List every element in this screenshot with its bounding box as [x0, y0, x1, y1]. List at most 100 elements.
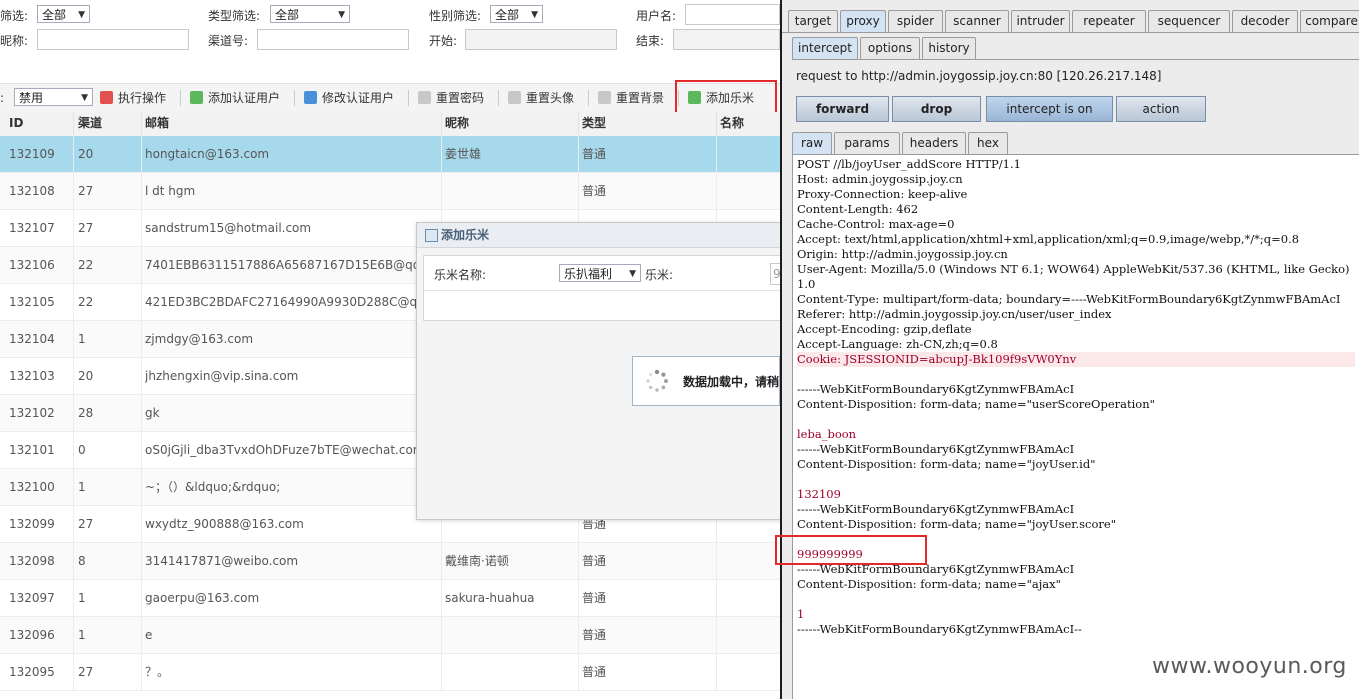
- tab-spider[interactable]: spider: [888, 10, 943, 32]
- table-cell: [445, 617, 574, 653]
- cell-divider: [441, 173, 442, 209]
- table-row[interactable]: 132098 8 3141417871@weibo.com 戴维南·诺顿 普通: [0, 543, 780, 580]
- cell-divider: [73, 469, 74, 505]
- intercept-toggle-button[interactable]: intercept is on: [986, 96, 1113, 122]
- table-cell: l dt hgm: [145, 184, 196, 198]
- tab-intruder[interactable]: intruder: [1011, 10, 1070, 32]
- tab-decoder[interactable]: decoder: [1232, 10, 1298, 32]
- burp-window: target proxy spider scanner intruder repeater…: [780, 0, 1359, 699]
- start-date-input[interactable]: [465, 29, 617, 50]
- filter-select[interactable]: 全部 ▼: [37, 5, 90, 23]
- viewtab-params[interactable]: params: [834, 132, 900, 154]
- window-icon: [425, 229, 438, 242]
- column-header[interactable]: ID: [9, 112, 23, 136]
- table-cell: zjmdgy@163.com: [145, 332, 254, 346]
- add-lemi-button[interactable]: 添加乐米: [688, 89, 754, 107]
- cell-divider: [141, 136, 142, 172]
- table-cell: [720, 543, 780, 579]
- column-header[interactable]: 渠道: [78, 112, 102, 136]
- column-header[interactable]: 昵称: [445, 112, 469, 136]
- column-header[interactable]: 名称: [720, 112, 744, 136]
- raw-line: 1: [797, 607, 805, 621]
- tab-target[interactable]: target: [788, 10, 838, 32]
- table-row[interactable]: 132097 1 gaoerpu@163.com sakura-huahua 普通: [0, 580, 780, 617]
- forward-button[interactable]: forward: [796, 96, 889, 122]
- cell-divider: [141, 210, 142, 246]
- subtab-history[interactable]: history: [922, 37, 976, 59]
- cell-divider: [141, 358, 142, 394]
- tab-underline: [792, 59, 1359, 60]
- table-cell: hongtaicn@163.com: [145, 147, 270, 161]
- toolbar-divider: [678, 90, 679, 106]
- action-button[interactable]: action: [1116, 96, 1206, 122]
- column-header[interactable]: 类型: [582, 112, 606, 136]
- raw-line: Content-Disposition: form-data; name="aj…: [797, 577, 1061, 591]
- table-cell: e: [145, 628, 153, 642]
- subtab-intercept[interactable]: intercept: [792, 37, 858, 59]
- table-cell: sakura-huahua: [445, 591, 535, 605]
- table-cell: 28: [78, 406, 94, 420]
- cell-divider: [716, 617, 717, 653]
- cell-divider: [73, 358, 74, 394]
- raw-request-text[interactable]: POST //lb/joyUser_addScore HTTP/1.1 Host:…: [793, 155, 1359, 639]
- table-row[interactable]: 132109 20 hongtaicn@163.com 姜世雄 普通: [0, 136, 780, 173]
- gender-filter-select[interactable]: 全部 ▼: [490, 5, 543, 23]
- reset-password-button[interactable]: 重置密码: [418, 89, 484, 107]
- table-cell: 普通: [582, 665, 607, 679]
- add-verified-user-button[interactable]: 添加认证用户: [190, 89, 280, 107]
- reset-password-label: 重置密码: [436, 91, 485, 105]
- cell-divider: [73, 136, 74, 172]
- table-cell: [445, 173, 574, 209]
- tab-underline: [782, 32, 1359, 33]
- reset-background-button[interactable]: 重置背景: [598, 89, 664, 107]
- table-cell: 132105: [9, 295, 55, 309]
- loading-text: 数据加载中，请稍: [683, 375, 780, 389]
- chevron-down-icon: ▼: [81, 93, 88, 103]
- edit-verified-user-button[interactable]: 修改认证用户: [304, 89, 394, 107]
- table-cell: 1: [78, 591, 86, 605]
- tab-comparer[interactable]: comparer: [1300, 10, 1359, 32]
- end-date-input[interactable]: [673, 29, 780, 50]
- lemi-amount-input[interactable]: 9: [770, 263, 780, 285]
- raw-request-editor[interactable]: POST //lb/joyUser_addScore HTTP/1.1 Host:…: [792, 154, 1359, 699]
- reset-icon: [598, 91, 611, 104]
- table-cell: 22: [78, 258, 94, 272]
- raw-line: Accept-Encoding: gzip,deflate: [797, 322, 972, 336]
- type-filter-select[interactable]: 全部 ▼: [270, 5, 350, 23]
- execute-button[interactable]: 执行操作: [100, 89, 166, 107]
- channel-input[interactable]: [257, 29, 409, 50]
- tab-repeater[interactable]: repeater: [1072, 10, 1146, 32]
- column-header[interactable]: 邮箱: [145, 112, 169, 136]
- viewtab-hex[interactable]: hex: [968, 132, 1008, 154]
- table-row[interactable]: 132108 27 l dt hgm 普通: [0, 173, 780, 210]
- lemi-name-select[interactable]: 乐扒福利 ▼: [559, 264, 641, 282]
- viewtab-raw[interactable]: raw: [792, 132, 832, 154]
- username-input[interactable]: [685, 4, 780, 25]
- reset-icon: [508, 91, 521, 104]
- username-label: 用户名:: [636, 9, 677, 23]
- tab-scanner[interactable]: scanner: [945, 10, 1009, 32]
- table-cell: 姜世雄: [445, 147, 482, 161]
- nickname-label: 昵称:: [0, 34, 29, 48]
- action-select[interactable]: 禁用 ▼: [14, 88, 93, 106]
- viewtab-headers[interactable]: headers: [902, 132, 966, 154]
- nickname-input[interactable]: [37, 29, 189, 50]
- execute-label: 执行操作: [118, 91, 167, 105]
- table-row[interactable]: 132095 27 ？。 普通: [0, 654, 780, 691]
- raw-line: Content-Length: 462: [797, 202, 919, 216]
- cell-divider: [73, 580, 74, 616]
- table-row[interactable]: 132096 1 e 普通: [0, 617, 780, 654]
- table-cell: 132109: [9, 147, 55, 161]
- tab-proxy[interactable]: proxy: [840, 10, 886, 32]
- raw-line: Referer: http://admin.joygossip.joy.cn/u…: [797, 307, 1112, 321]
- reset-avatar-button[interactable]: 重置头像: [508, 89, 574, 107]
- table-cell: [720, 617, 780, 653]
- table-cell: 普通: [582, 147, 607, 161]
- table-cell: wxydtz_900888@163.com: [145, 517, 304, 531]
- raw-line: [797, 532, 1355, 547]
- tab-sequencer[interactable]: sequencer: [1148, 10, 1230, 32]
- drop-button[interactable]: drop: [892, 96, 981, 122]
- loading-box: 数据加载中，请稍: [632, 356, 780, 406]
- cell-divider: [73, 395, 74, 431]
- subtab-options[interactable]: options: [860, 37, 920, 59]
